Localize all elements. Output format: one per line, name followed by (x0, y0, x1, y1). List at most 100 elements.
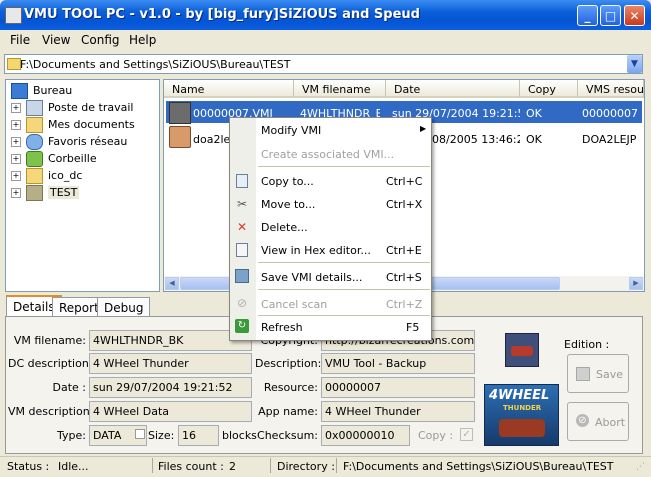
expand-icon[interactable]: + (11, 120, 21, 130)
resource-field[interactable]: 00000007 (321, 377, 475, 398)
window-title: VMU TOOL PC - v1.0 - by [big_fury]SiZiOU… (24, 7, 420, 22)
menu-separator (258, 262, 430, 263)
app-name-label: App name: (258, 405, 318, 418)
copy-checkbox[interactable]: ✓ (460, 428, 473, 441)
vm-filename-label: VM filename: (13, 334, 86, 347)
menu-item-save-vmi-details[interactable]: Save VMI details... (261, 271, 362, 284)
row-copy: OK (526, 133, 542, 146)
tree-item-ico-dc[interactable]: + ico_dc (11, 168, 82, 184)
description-label: Description: (255, 357, 322, 370)
vm-description-label: VM description: (8, 405, 94, 418)
column-vms-resource[interactable]: VMS resource (578, 80, 644, 98)
game-logo-image: 4WHEEL THUNDER (484, 384, 559, 446)
tree-item-test[interactable]: + TEST (11, 185, 80, 201)
vmi-thumbnail-icon (169, 102, 191, 124)
copy-label: Copy : (418, 429, 454, 442)
desktop-icon (11, 83, 28, 99)
save-button[interactable]: Save (567, 354, 629, 393)
status-divider (270, 458, 271, 473)
vm-filename-field[interactable]: 4WHLTHNDR_BK (89, 330, 252, 351)
scroll-left-icon[interactable]: ◀ (165, 277, 179, 290)
files-count-value: 2 (229, 460, 236, 473)
size-field[interactable]: 16 (178, 425, 219, 446)
menu-file[interactable]: File (10, 33, 30, 47)
type-label: Type: (57, 429, 86, 442)
column-vm-filename[interactable]: VM filename (294, 80, 386, 98)
menu-item-move-to[interactable]: Move to... (261, 198, 315, 211)
description-field[interactable]: VMU Tool - Backup (321, 353, 475, 374)
minimize-button[interactable]: _ (577, 5, 598, 26)
folder-icon (7, 58, 21, 70)
menu-separator (258, 166, 430, 167)
submenu-arrow-icon: ▶ (420, 124, 427, 133)
dc-description-field[interactable]: 4 WHeel Thunder (89, 353, 252, 374)
status-value: Idle... (58, 460, 89, 473)
menu-item-create-associated-vmi[interactable]: Create associated VMI... (261, 148, 394, 161)
shortcut-refresh: F5 (406, 321, 420, 334)
shortcut-hex: Ctrl+E (386, 244, 422, 257)
menu-item-copy-to[interactable]: Copy to... (261, 175, 314, 188)
maximize-button[interactable]: □ (600, 5, 621, 26)
menu-help[interactable]: Help (129, 33, 156, 47)
row-vms-resource: DOA2LEJP (582, 133, 637, 146)
abort-button[interactable]: ⊘ Abort (567, 402, 629, 441)
size-unit-label: blocks (222, 429, 257, 442)
column-date[interactable]: Date (386, 80, 520, 98)
resize-grip-icon[interactable]: ⋰ (636, 462, 648, 474)
vm-description-field[interactable]: 4 WHeel Data (89, 401, 252, 422)
tree-item-favoris-reseau[interactable]: + Favoris réseau (11, 134, 127, 150)
size-label: Size: (148, 429, 175, 442)
expand-icon[interactable]: + (11, 171, 21, 181)
shortcut-move: Ctrl+X (386, 198, 423, 211)
menu-item-view-hex[interactable]: View in Hex editor... (261, 244, 371, 257)
menu-item-refresh[interactable]: Refresh (261, 321, 303, 334)
app-icon (5, 7, 22, 24)
tree-item-mes-documents[interactable]: + Mes documents (11, 117, 135, 133)
tree-item-bureau[interactable]: Bureau (11, 83, 72, 99)
status-divider (336, 458, 337, 473)
edition-label: Edition : (564, 338, 610, 351)
column-copy[interactable]: Copy (520, 80, 578, 98)
refresh-icon: ↻ (235, 319, 249, 333)
expand-icon[interactable]: + (11, 137, 21, 147)
column-name[interactable]: Name (164, 80, 294, 98)
expand-icon[interactable]: + (11, 103, 21, 113)
save-disk-icon (576, 367, 590, 381)
menu-separator (258, 315, 430, 316)
directory-value: F:\Documents and Settings\SiZiOUS\Bureau… (343, 460, 614, 473)
network-icon (26, 134, 43, 150)
cancel-icon: ⊘ (576, 414, 589, 427)
expand-icon[interactable]: + (11, 154, 21, 164)
date-label: Date : (52, 381, 87, 394)
menu-view[interactable]: View (42, 33, 70, 47)
checksum-label: Checksum: (257, 429, 318, 442)
tab-debug[interactable]: Debug (97, 297, 151, 316)
scissors-icon: ✂ (236, 197, 248, 211)
recycle-bin-icon (26, 151, 43, 167)
tree-item-poste-de-travail[interactable]: + Poste de travail (11, 100, 133, 116)
menu-item-cancel-scan[interactable]: Cancel scan (261, 298, 327, 311)
computer-icon (26, 100, 43, 116)
shortcut-cancel: Ctrl+Z (386, 298, 423, 311)
row-name: doa2lejp (193, 133, 229, 146)
menu-config[interactable]: Config (81, 33, 120, 47)
dc-description-label: DC description: (8, 357, 93, 370)
menu-item-modify-vmi[interactable]: Modify VMI (261, 124, 321, 137)
scroll-right-icon[interactable]: ▶ (629, 277, 643, 290)
chevron-down-icon[interactable]: ▼ (627, 55, 642, 73)
checksum-field[interactable]: 0x00000010 (321, 425, 410, 446)
save-disk-icon (235, 269, 249, 283)
app-name-field[interactable]: 4 WHeel Thunder (321, 401, 475, 422)
directory-label: Directory : (277, 460, 335, 473)
copy-icon (236, 174, 248, 188)
date-field[interactable]: sun 29/07/2004 19:21:52 (89, 377, 252, 398)
close-button[interactable]: ✕ (624, 5, 645, 26)
expand-icon[interactable]: + (11, 188, 21, 198)
delete-x-icon: ✕ (236, 220, 248, 234)
tree-item-corbeille[interactable]: + Corbeille (11, 151, 97, 167)
avatar-icon (169, 126, 191, 148)
address-path: F:\Documents and Settings\SiZiOUS\Bureau… (20, 58, 291, 71)
shortcut-copy: Ctrl+C (386, 175, 423, 188)
menu-item-delete[interactable]: Delete... (261, 221, 308, 234)
type-checkbox[interactable] (135, 429, 145, 439)
